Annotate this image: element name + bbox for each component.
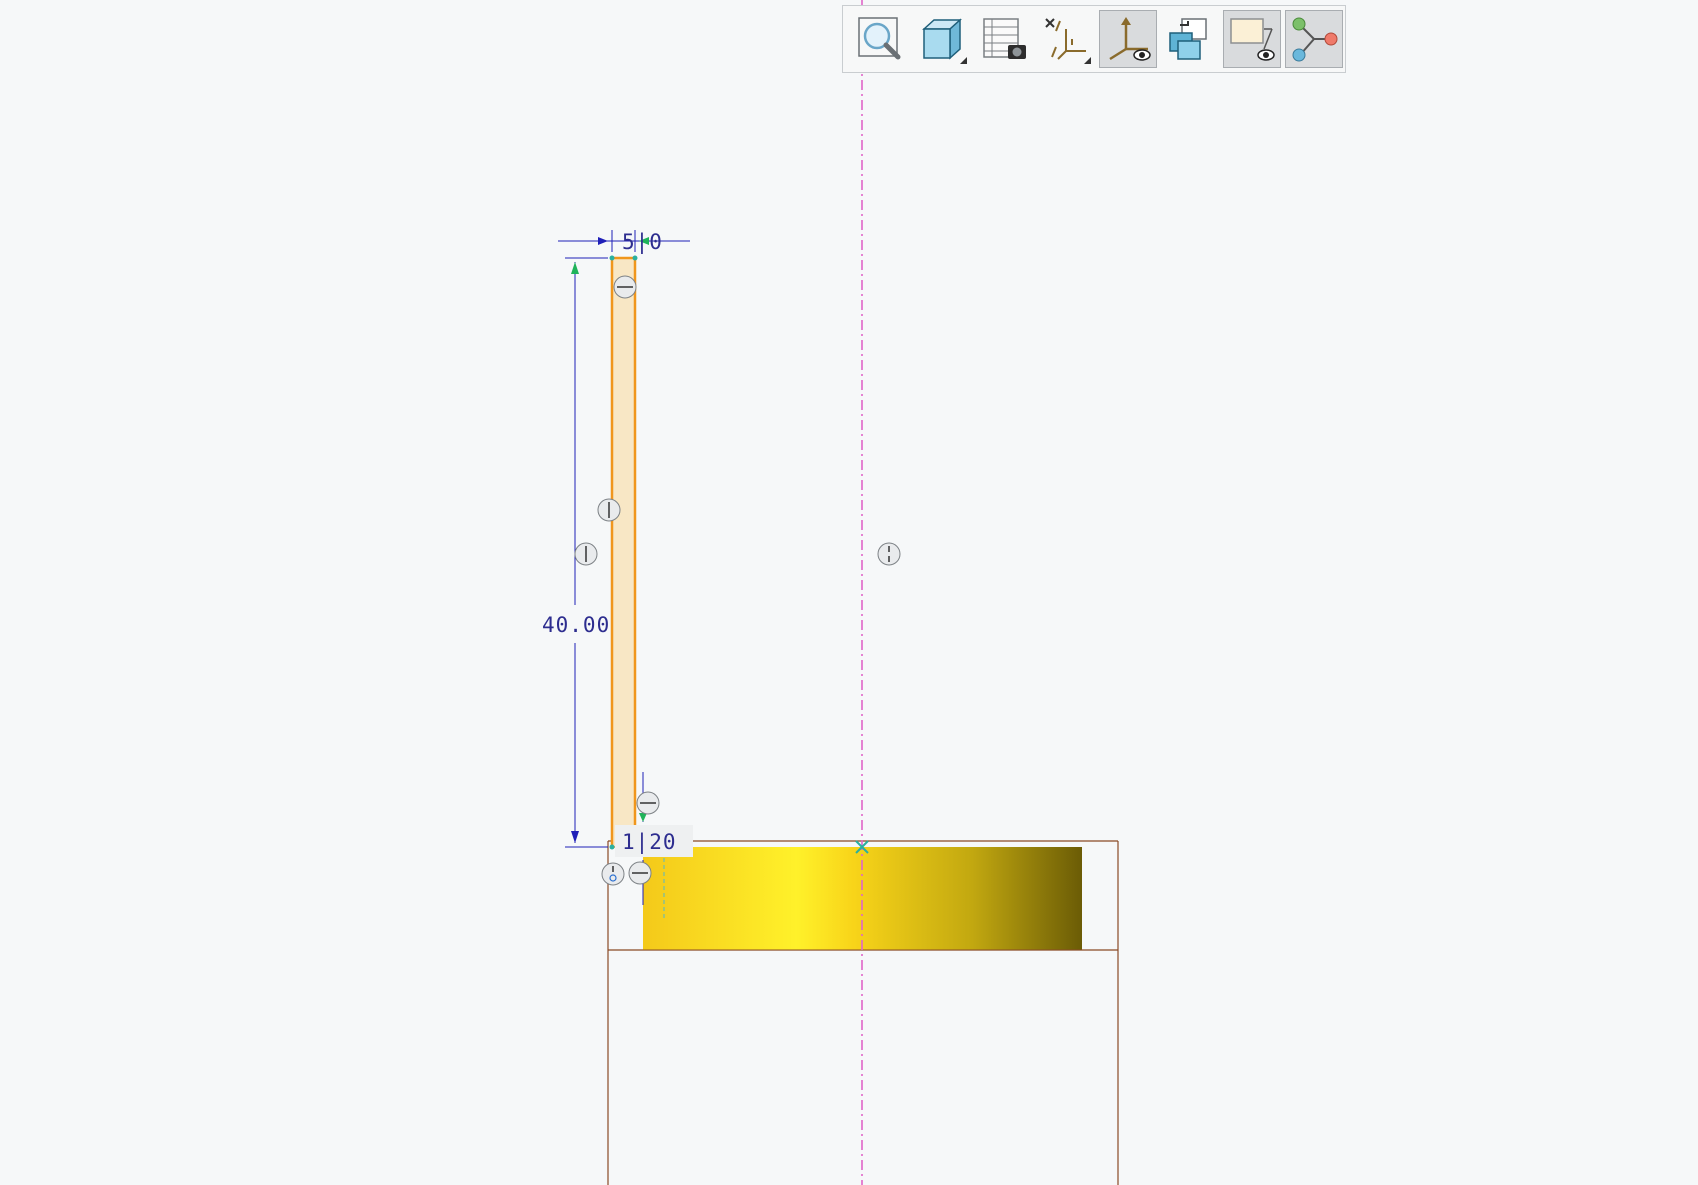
datum-display-filters-icon xyxy=(1045,18,1086,60)
vertical-constraint-icon[interactable] xyxy=(601,862,625,886)
saved-orientations-icon xyxy=(983,18,1026,59)
vertical-constraint-icon[interactable] xyxy=(597,498,621,522)
graphics-viewport[interactable]: 5|0 40.00 1|20 xyxy=(0,0,1698,1185)
sketch-view-button[interactable] xyxy=(1099,10,1157,68)
annotation-display-button[interactable] xyxy=(1223,10,1281,68)
sketch-profile[interactable] xyxy=(609,255,667,850)
references-button[interactable] xyxy=(1285,10,1343,68)
saved-orientations-button[interactable] xyxy=(975,10,1033,68)
zoom-refit-button[interactable] xyxy=(851,10,909,68)
horizontal-constraint-icon[interactable] xyxy=(636,791,660,815)
references-icon xyxy=(1292,17,1338,62)
zoom-refit-icon xyxy=(858,17,901,60)
display-style-cube-icon xyxy=(922,18,962,60)
sketch-canvas[interactable]: 5|0 40.00 1|20 xyxy=(0,0,1698,1185)
vertical-constraint-icon[interactable] xyxy=(877,542,901,566)
dimension-top-width-label[interactable]: 5|0 xyxy=(622,230,663,255)
dimension-height-label[interactable]: 40.00 xyxy=(542,613,610,637)
sketcher-display-button[interactable] xyxy=(1161,10,1219,68)
vertical-constraint-icon[interactable] xyxy=(574,542,598,566)
dimension-top-width[interactable]: 5|0 xyxy=(558,230,690,255)
sketch-view-icon xyxy=(1109,17,1151,61)
display-style-button[interactable] xyxy=(913,10,971,68)
horizontal-constraint-icon[interactable] xyxy=(628,861,652,885)
annotation-display-icon xyxy=(1230,18,1275,61)
datum-display-button[interactable] xyxy=(1037,10,1095,68)
sketcher-display-filters-icon xyxy=(1169,18,1207,60)
horizontal-constraint-icon[interactable] xyxy=(613,275,637,299)
graphics-toolbar xyxy=(842,5,1346,73)
dimension-bottom-step-label[interactable]: 1|20 xyxy=(622,830,677,855)
